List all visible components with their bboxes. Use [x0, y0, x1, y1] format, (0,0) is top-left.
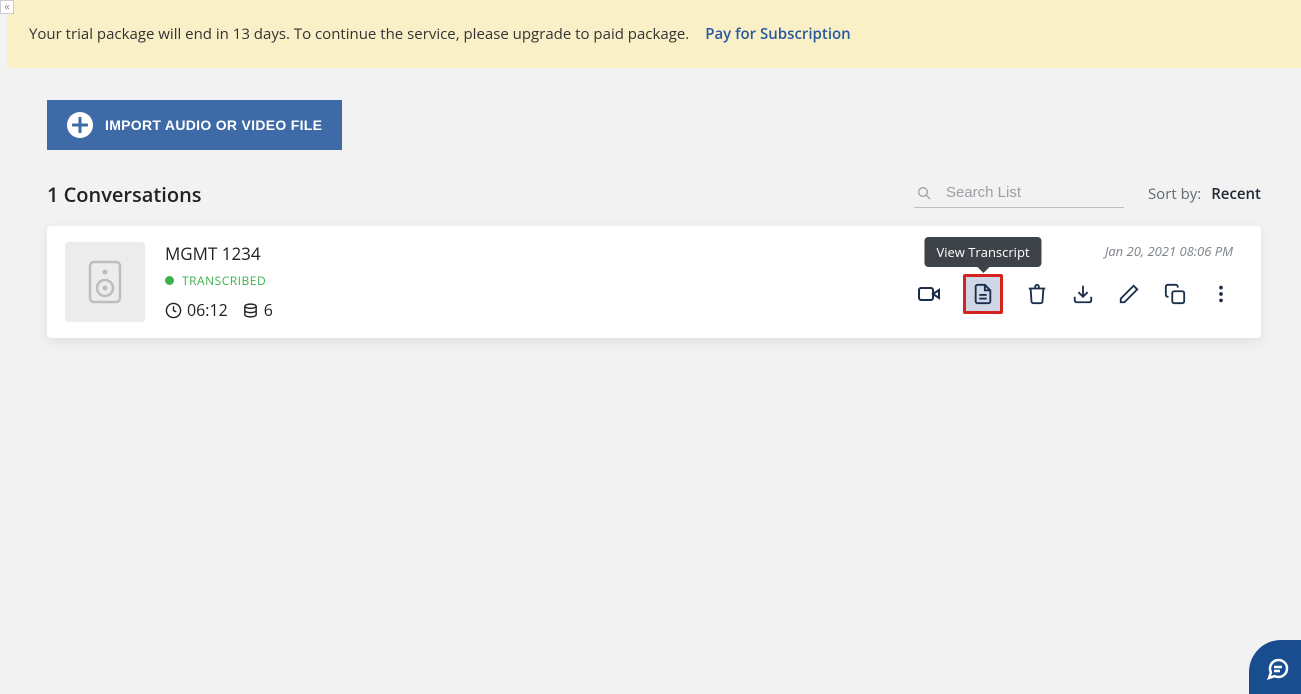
plus-icon	[67, 112, 93, 138]
chat-icon	[1266, 657, 1290, 681]
conversation-thumbnail	[65, 242, 145, 322]
search-field[interactable]	[914, 180, 1124, 208]
main-area: Your trial package will end in 13 days. …	[0, 0, 1301, 370]
search-icon	[916, 185, 932, 201]
pencil-icon	[1118, 283, 1140, 305]
status-row: TRANSCRIBED	[165, 272, 917, 289]
copy-button[interactable]	[1163, 282, 1187, 306]
status-dot-icon	[165, 276, 174, 285]
conversation-count-title: 1 Conversations	[47, 181, 202, 208]
download-button[interactable]	[1071, 282, 1095, 306]
download-icon	[1072, 283, 1094, 305]
content: IMPORT AUDIO OR VIDEO FILE 1 Conversatio…	[7, 68, 1301, 370]
segments: 6	[242, 299, 273, 321]
collapse-sidebar-handle[interactable]: «	[0, 0, 14, 14]
more-vertical-icon	[1210, 283, 1232, 305]
delete-button[interactable]	[1025, 282, 1049, 306]
pay-subscription-link[interactable]: Pay for Subscription	[705, 24, 850, 44]
play-video-button[interactable]	[917, 282, 941, 306]
tooltip: View Transcript	[924, 237, 1041, 267]
meta-row: 06:12 6	[165, 299, 917, 321]
conversation-body: MGMT 1234 TRANSCRIBED 06:12 6	[165, 242, 917, 321]
chat-widget-button[interactable]	[1249, 640, 1301, 694]
conversation-date: Jan 20, 2021 08:06 PM	[1105, 242, 1233, 260]
document-icon	[972, 283, 994, 305]
segments-value: 6	[264, 299, 273, 321]
sort-by-label: Sort by:	[1148, 184, 1201, 204]
clock-icon	[165, 302, 182, 319]
duration: 06:12	[165, 299, 228, 321]
import-button-label: IMPORT AUDIO OR VIDEO FILE	[105, 117, 322, 133]
more-options-button[interactable]	[1209, 282, 1233, 306]
duration-value: 06:12	[187, 299, 228, 321]
action-row: View Transcript	[917, 274, 1233, 314]
conversation-right: Jan 20, 2021 08:06 PM View Transcript	[917, 242, 1233, 314]
sort-by-value[interactable]: Recent	[1211, 184, 1261, 204]
speaker-icon	[88, 260, 122, 304]
copy-icon	[1164, 283, 1186, 305]
view-transcript-button[interactable]: View Transcript	[963, 274, 1003, 314]
trash-icon	[1026, 283, 1048, 305]
conversation-title: MGMT 1234	[165, 242, 917, 265]
video-icon	[917, 282, 941, 306]
trial-banner: Your trial package will end in 13 days. …	[7, 0, 1301, 68]
import-file-button[interactable]: IMPORT AUDIO OR VIDEO FILE	[47, 100, 342, 150]
trial-banner-text: Your trial package will end in 13 days. …	[29, 24, 689, 44]
stack-icon	[242, 302, 259, 319]
list-header: 1 Conversations Sort by: Recent	[47, 180, 1261, 208]
edit-button[interactable]	[1117, 282, 1141, 306]
conversation-card[interactable]: MGMT 1234 TRANSCRIBED 06:12 6	[47, 226, 1261, 338]
status-text: TRANSCRIBED	[182, 272, 266, 289]
search-input[interactable]	[946, 184, 1122, 201]
